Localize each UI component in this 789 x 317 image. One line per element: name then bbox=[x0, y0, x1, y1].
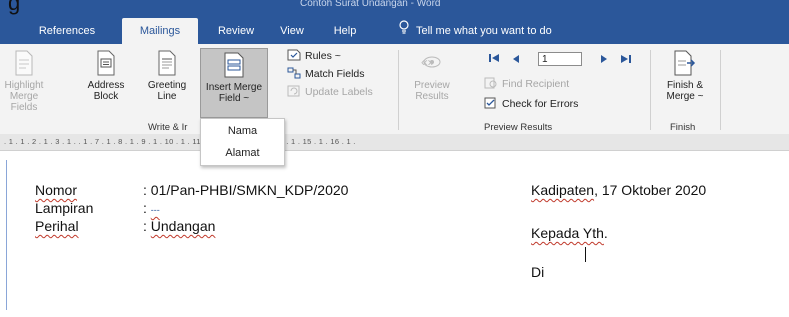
greeting-label-2: Line bbox=[157, 91, 177, 102]
document-page[interactable] bbox=[0, 151, 789, 317]
previous-record-icon[interactable] bbox=[510, 52, 522, 70]
match-fields-label: Match Fields bbox=[305, 68, 365, 80]
ribbon-tab-bar: References Mailings Review View Help Tel… bbox=[0, 18, 789, 44]
menu-item-nama[interactable]: Nama bbox=[201, 121, 284, 141]
record-number-input[interactable]: 1 bbox=[538, 52, 582, 66]
title-bar: Contoh Surat Undangan - Word bbox=[0, 0, 789, 18]
ruler-ticks: . 1 . 1 . 2 . 1 . 3 . 1 . . 1 . 7 . 1 . … bbox=[4, 137, 356, 146]
update-labels-button[interactable]: Update Labels bbox=[287, 84, 373, 100]
tell-me-box[interactable]: Tell me what you want to do bbox=[398, 18, 552, 44]
lampiran-colon: : bbox=[143, 200, 151, 216]
ribbon-separator-2 bbox=[650, 50, 651, 130]
update-labels-icon bbox=[287, 85, 300, 97]
match-fields-icon bbox=[287, 67, 301, 79]
tell-me-text: Tell me what you want to do bbox=[416, 25, 552, 37]
preview-results-group-label: Preview Results bbox=[484, 122, 553, 133]
lampiran-dash: --- bbox=[150, 205, 160, 215]
tab-view[interactable]: View bbox=[270, 18, 314, 44]
check-errors-icon bbox=[484, 97, 496, 109]
next-record-icon[interactable] bbox=[598, 52, 610, 70]
preview-eye-icon: «» bbox=[421, 55, 441, 69]
first-record-icon[interactable] bbox=[488, 52, 500, 67]
address-block-button[interactable]: Address Block bbox=[86, 50, 126, 102]
tab-mailings[interactable]: Mailings bbox=[122, 18, 198, 44]
lightbulb-icon bbox=[398, 18, 412, 44]
address-label-1: Address bbox=[87, 80, 125, 91]
finish-label-2: Merge ~ bbox=[666, 91, 704, 102]
address-label-2: Block bbox=[93, 91, 119, 102]
ribbon-separator bbox=[398, 50, 399, 130]
preview-label-2: Results bbox=[415, 91, 449, 102]
kepada-text: Kepada Yth bbox=[531, 225, 604, 241]
text-cursor bbox=[585, 247, 586, 262]
greeting-line-button[interactable]: Greeting Line bbox=[144, 50, 190, 102]
preview-label-1: Preview bbox=[414, 80, 450, 91]
kepada-dot: . bbox=[603, 225, 608, 241]
write-insert-group-label: Write & Ir bbox=[148, 122, 188, 133]
update-labels-label: Update Labels bbox=[305, 86, 373, 98]
greeting-document-icon bbox=[158, 50, 176, 76]
check-for-errors-label: Check for Errors bbox=[502, 98, 579, 110]
insert-merge-label-1: Insert Merge bbox=[205, 82, 263, 93]
rules-button[interactable]: Rules ~ bbox=[287, 48, 341, 64]
ribbon-mailings: Highlight Merge Fields Address Block Gre… bbox=[0, 44, 789, 135]
insert-merge-field-button[interactable]: Insert Merge Field ~ bbox=[200, 48, 268, 118]
window-title: Contoh Surat Undangan - Word bbox=[300, 0, 441, 9]
find-recipient-label: Find Recipient bbox=[502, 78, 570, 90]
rules-label: Rules ~ bbox=[305, 50, 341, 62]
document-icon bbox=[15, 50, 33, 76]
finish-merge-button[interactable]: Finish & Merge ~ bbox=[660, 50, 710, 102]
find-recipient-icon bbox=[484, 77, 497, 89]
horizontal-ruler[interactable]: . 1 . 1 . 2 . 1 . 3 . 1 . . 1 . 7 . 1 . … bbox=[0, 134, 789, 151]
tab-help[interactable]: Help bbox=[320, 18, 370, 44]
lampiran-label: Lampiran bbox=[35, 200, 94, 216]
perihal-colon: : bbox=[143, 218, 151, 234]
cropped-text: g bbox=[8, 0, 21, 15]
greeting-label-1: Greeting bbox=[147, 80, 187, 91]
insert-merge-label-2: Field ~ bbox=[218, 93, 250, 104]
finish-group-label: Finish bbox=[670, 122, 696, 133]
page-margin-line bbox=[6, 160, 7, 310]
highlight-label-1: Highlight bbox=[4, 80, 44, 91]
menu-item-alamat[interactable]: Alamat bbox=[201, 143, 284, 163]
tab-review[interactable]: Review bbox=[208, 18, 264, 44]
find-recipient-button[interactable]: Find Recipient bbox=[484, 76, 569, 92]
perihal-value: : Undangan bbox=[143, 218, 215, 234]
letter-date: Kadipaten, 17 Oktober 2020 bbox=[531, 182, 706, 198]
check-for-errors-button[interactable]: Check for Errors bbox=[484, 96, 578, 112]
nomor-value: : 01/Pan-PHBI/SMKN_KDP/2020 bbox=[143, 182, 349, 198]
preview-results-button[interactable]: «» Preview Results bbox=[408, 50, 456, 102]
address-document-icon bbox=[97, 50, 115, 76]
recipient-heading: Kepada Yth. bbox=[531, 225, 608, 241]
lampiran-value: : --- bbox=[143, 200, 160, 216]
highlight-label-2: Merge Fields bbox=[9, 91, 39, 113]
match-fields-button[interactable]: Match Fields bbox=[287, 66, 365, 82]
tab-references[interactable]: References bbox=[28, 18, 106, 44]
perihal-label: Perihal bbox=[35, 218, 79, 234]
highlight-merge-fields-button[interactable]: Highlight Merge Fields bbox=[0, 50, 48, 113]
nomor-label: Nomor bbox=[35, 182, 78, 198]
place-name: Kadipaten bbox=[531, 182, 595, 198]
merge-field-icon bbox=[224, 52, 244, 78]
date-text: , 17 Oktober 2020 bbox=[594, 182, 707, 198]
rules-icon bbox=[287, 49, 301, 61]
di-text: Di bbox=[531, 264, 545, 280]
last-record-icon[interactable] bbox=[620, 52, 632, 70]
perihal-text: Undangan bbox=[150, 218, 216, 234]
finish-merge-icon bbox=[674, 50, 696, 76]
finish-label-1: Finish & bbox=[666, 80, 704, 91]
ribbon-separator-3 bbox=[720, 50, 721, 130]
insert-merge-field-menu: Nama Alamat bbox=[200, 118, 285, 166]
